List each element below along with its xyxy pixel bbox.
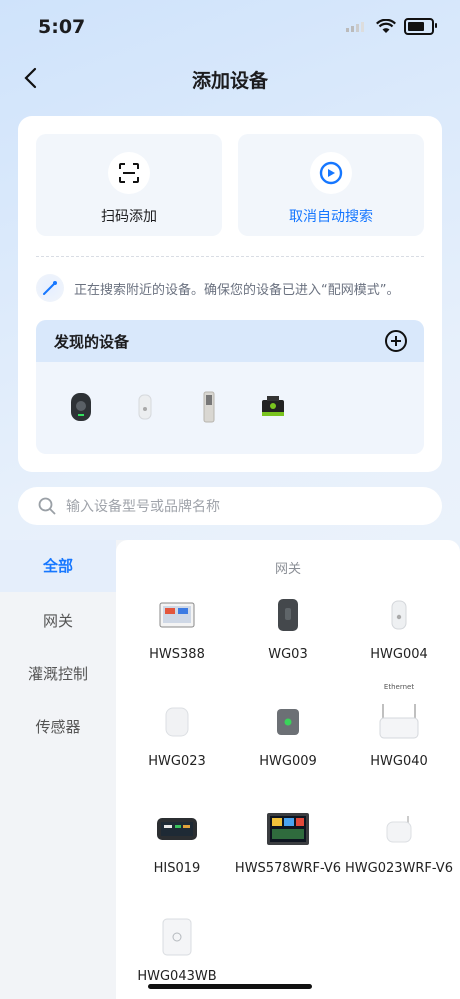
section-title: 网关 (274, 562, 301, 577)
product-item[interactable]: HWG023WRF-V6 (342, 804, 456, 877)
wall-gateway-icon (162, 918, 192, 956)
device-search-input[interactable]: 输入设备型号或品牌名称 (18, 487, 442, 525)
product-item[interactable]: HWG009 (231, 697, 345, 770)
found-device-controller[interactable] (254, 388, 292, 426)
controller-device-icon (262, 396, 284, 416)
search-status: 正在搜索附近的设备。确保您的设备已进入“配网模式”。 (36, 274, 399, 302)
product-item[interactable]: Ethernet HWG040 (342, 683, 456, 770)
scan-icon (108, 152, 150, 194)
gateway-green-led-icon (277, 709, 299, 735)
hub-antenna-icon (386, 816, 412, 843)
plug-gateway-icon (391, 600, 407, 630)
product-item[interactable]: HWS578WRF-V6 (231, 804, 345, 877)
battery-icon (404, 18, 437, 35)
search-placeholder: 输入设备型号或品牌名称 (66, 499, 220, 515)
hub-white-icon (165, 707, 189, 737)
product-item[interactable]: WG03 (231, 590, 345, 663)
cancel-auto-search-button[interactable]: 取消自动搜索 (238, 134, 424, 236)
gateway-black-icon (278, 599, 298, 631)
product-item[interactable]: HWG023 (120, 697, 234, 770)
product-name: HWG023WRF-V6 (345, 861, 453, 876)
add-device-card: 扫码添加 取消自动搜索 正在搜索附近的设备。确保您的设备已进入“配网模式”。 发… (18, 116, 442, 472)
product-name: HWS388 (149, 647, 205, 662)
product-name: HWG043WB (137, 969, 217, 984)
found-device-lock[interactable] (190, 388, 228, 426)
category-sensor[interactable]: 传感器 (0, 716, 116, 737)
found-devices-title: 发现的设备 (54, 332, 130, 351)
product-item[interactable]: HIS019 (120, 804, 234, 877)
ethernet-label: Ethernet (383, 683, 415, 691)
found-devices-panel: 发现的设备 (36, 320, 424, 454)
found-devices-list (36, 362, 424, 426)
search-status-text: 正在搜索附近的设备。确保您的设备已进入“配网模式”。 (74, 282, 400, 298)
category-all[interactable]: 全部 (0, 540, 116, 592)
found-device-camera[interactable] (62, 388, 100, 426)
product-name: HIS019 (153, 861, 201, 876)
product-item[interactable]: HWS388 (120, 590, 234, 663)
add-circle-icon[interactable] (384, 329, 408, 353)
lock-device-icon (203, 391, 215, 423)
scan-add-button[interactable]: 扫码添加 (36, 134, 222, 236)
cancel-auto-search-label: 取消自动搜索 (289, 209, 373, 225)
display-console-icon (157, 818, 197, 840)
category-gateway[interactable]: 网关 (0, 610, 116, 631)
wifi-icon (376, 19, 396, 33)
category-irrigation[interactable]: 灌溉控制 (0, 663, 116, 684)
catalog-section: 全部 网关 灌溉控制 传感器 网关 HWS388 WG03 HWG004 HWG… (0, 540, 460, 999)
page-title: 添加设备 (191, 70, 268, 92)
product-item[interactable]: HWG043WB (120, 912, 234, 985)
found-device-plug[interactable] (126, 388, 164, 426)
auto-search-icon (310, 152, 352, 194)
product-name: WG03 (268, 647, 308, 662)
status-icons (346, 18, 437, 35)
color-weather-station-icon (267, 813, 309, 845)
status-time: 5:07 (38, 16, 86, 38)
found-devices-header: 发现的设备 (36, 320, 424, 362)
scan-add-label: 扫码添加 (101, 209, 157, 225)
product-grid: 网关 HWS388 WG03 HWG004 HWG023 HWG009 Ethe… (116, 540, 460, 999)
product-name: HWG004 (370, 647, 428, 662)
ethernet-gateway-icon (379, 704, 419, 739)
radar-icon (36, 274, 64, 302)
plug-device-icon (138, 394, 152, 420)
product-name: HWS578WRF-V6 (234, 861, 342, 876)
weather-station-icon (159, 602, 195, 628)
camera-device-icon (71, 393, 91, 421)
divider (36, 256, 424, 257)
signal-icon (346, 21, 364, 32)
product-name: HWG040 (370, 754, 428, 769)
home-indicator (148, 984, 312, 989)
product-name: HWG009 (259, 754, 317, 769)
product-name: HWG023 (148, 754, 206, 769)
search-icon (38, 497, 56, 515)
product-item[interactable]: HWG004 (342, 590, 456, 663)
